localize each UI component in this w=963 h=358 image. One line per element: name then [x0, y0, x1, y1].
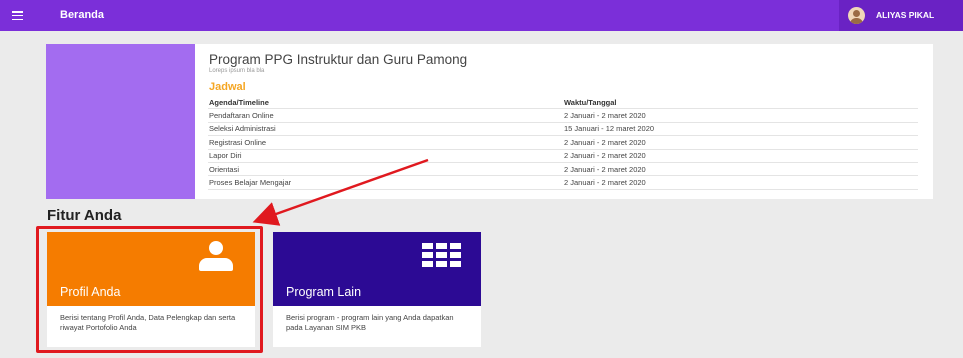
column-header-waktu: Waktu/Tanggal [564, 97, 617, 107]
top-app-bar: Beranda ALIYAS PIKAL [0, 0, 963, 31]
fitur-heading: Fitur Anda [47, 207, 122, 224]
waktu-cell: 2 Januari - 2 maret 2020 [564, 111, 646, 121]
table-row: Registrasi Online 2 Januari - 2 maret 20… [208, 136, 918, 150]
table-row: Proses Belajar Mengajar 2 Januari - 2 ma… [208, 176, 918, 190]
agenda-cell: Seleksi Administrasi [209, 124, 276, 134]
apps-grid-icon [422, 243, 461, 267]
card-title: Program Lain [286, 285, 362, 299]
program-title: Program PPG Instruktur dan Guru Pamong [209, 52, 468, 67]
agenda-cell: Proses Belajar Mengajar [209, 178, 292, 188]
jadwal-heading: Jadwal [209, 81, 246, 93]
agenda-cell: Orientasi [209, 164, 240, 174]
agenda-cell: Lapor Diri [209, 151, 242, 161]
table-row: Seleksi Administrasi 15 Januari - 12 mar… [208, 123, 918, 137]
table-row: Lapor Diri 2 Januari - 2 maret 2020 [208, 150, 918, 163]
annotation-highlight-box [36, 226, 263, 353]
user-avatar-icon [848, 7, 865, 24]
waktu-cell: 2 Januari - 2 maret 2020 [564, 137, 646, 147]
card-description: Berisi program - program lain yang Anda … [286, 313, 454, 332]
user-name: ALIYAS PIKAL [876, 10, 935, 20]
column-header-agenda: Agenda/Timeline [209, 97, 269, 107]
waktu-cell: 2 Januari - 2 maret 2020 [564, 164, 646, 174]
waktu-cell: 15 Januari - 12 maret 2020 [564, 124, 655, 134]
page-title: Beranda [60, 9, 105, 21]
schedule-table: Agenda/Timeline Waktu/Tanggal Pendaftara… [208, 96, 918, 190]
waktu-cell: 2 Januari - 2 maret 2020 [564, 151, 646, 161]
program-banner-image [46, 44, 195, 199]
agenda-cell: Registrasi Online [209, 137, 267, 147]
hamburger-menu-icon[interactable] [12, 11, 23, 20]
program-card: Program PPG Instruktur dan Guru Pamong L… [46, 44, 933, 199]
program-subtitle: Loreps ipsum bla bla [209, 68, 265, 74]
table-row: Pendaftaran Online 2 Januari - 2 maret 2… [208, 109, 918, 123]
program-lain-card[interactable]: Program Lain Berisi program - program la… [273, 232, 481, 347]
waktu-cell: 2 Januari - 2 maret 2020 [564, 178, 646, 188]
schedule-header-row: Agenda/Timeline Waktu/Tanggal [208, 96, 918, 110]
user-menu[interactable]: ALIYAS PIKAL [839, 0, 963, 31]
program-lain-banner: Program Lain [273, 232, 481, 306]
agenda-cell: Pendaftaran Online [209, 111, 274, 121]
table-row: Orientasi 2 Januari - 2 maret 2020 [208, 163, 918, 177]
